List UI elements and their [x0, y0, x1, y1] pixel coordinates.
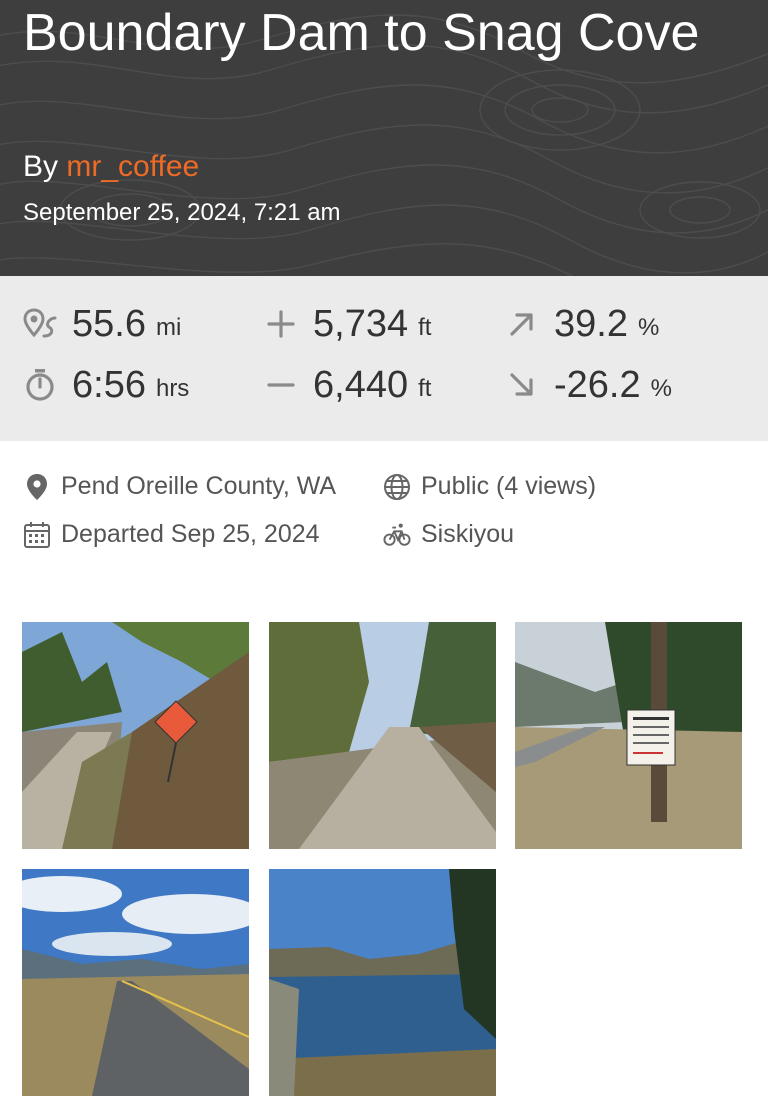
- stat-max-grade: 39.2 %: [504, 302, 659, 346]
- visibility-row: Public (4 views): [383, 472, 596, 501]
- bicycle-icon: [383, 521, 411, 549]
- stat-min-grade: -26.2 %: [504, 363, 672, 407]
- hiker-notice-sign-graphic: [626, 709, 676, 766]
- photo-gravel-road-forest[interactable]: [269, 622, 496, 849]
- departed-text: Departed Sep 25, 2024: [61, 520, 320, 548]
- visibility-text: Public (4 views): [421, 472, 597, 500]
- max-grade-unit: %: [637, 314, 660, 341]
- location-pin-icon: [23, 473, 51, 501]
- map-route-icon: [22, 306, 58, 342]
- departed-row: Departed Sep 25, 2024: [23, 520, 320, 549]
- stat-distance: 55.6 mi: [22, 302, 181, 346]
- stat-elevation-gain: 5,734 ft: [263, 302, 431, 346]
- stopwatch-icon: [22, 367, 58, 403]
- globe-icon: [383, 473, 411, 501]
- arrow-up-right-icon: [504, 306, 540, 342]
- minus-icon: [263, 367, 299, 403]
- plus-icon: [263, 306, 299, 342]
- bike-text: Siskiyou: [421, 520, 515, 548]
- photo-gravel-road-timber-sign[interactable]: [22, 622, 249, 849]
- calendar-icon: [23, 521, 51, 549]
- distance-unit: mi: [155, 314, 182, 341]
- by-label: By: [23, 150, 59, 183]
- stat-moving-time: 6:56 hrs: [22, 363, 189, 407]
- photo-lake-view[interactable]: [269, 869, 496, 1096]
- moving-time-value: 6:56: [72, 363, 146, 406]
- stats-panel: 55.6 mi 6:56 hrs 5,734 ft 6,440 ft 39.2 …: [0, 276, 768, 441]
- max-grade-value: 39.2: [554, 302, 628, 345]
- bike-row: Siskiyou: [383, 520, 514, 549]
- ride-header: Boundary Dam to Snag Cove By mr_coffee S…: [0, 0, 768, 276]
- ride-title: Boundary Dam to Snag Cove: [23, 4, 700, 62]
- elevation-loss-value: 6,440: [313, 363, 409, 406]
- stat-elevation-loss: 6,440 ft: [263, 363, 431, 407]
- elevation-gain-value: 5,734: [313, 302, 409, 345]
- location-row: Pend Oreille County, WA: [23, 472, 336, 501]
- min-grade-value: -26.2: [554, 363, 641, 406]
- photo-road-with-signpost[interactable]: [515, 622, 742, 849]
- ride-datetime: September 25, 2024, 7:21 am: [23, 199, 341, 226]
- moving-time-unit: hrs: [155, 375, 190, 402]
- arrow-down-right-icon: [504, 367, 540, 403]
- distance-value: 55.6: [72, 302, 146, 345]
- byline: By mr_coffee: [23, 150, 199, 184]
- elevation-loss-unit: ft: [418, 375, 432, 402]
- elevation-gain-unit: ft: [418, 314, 432, 341]
- author-link[interactable]: mr_coffee: [66, 150, 199, 183]
- photo-paved-road-valley[interactable]: [22, 869, 249, 1096]
- min-grade-unit: %: [650, 375, 672, 402]
- location-text: Pend Oreille County, WA: [61, 472, 337, 500]
